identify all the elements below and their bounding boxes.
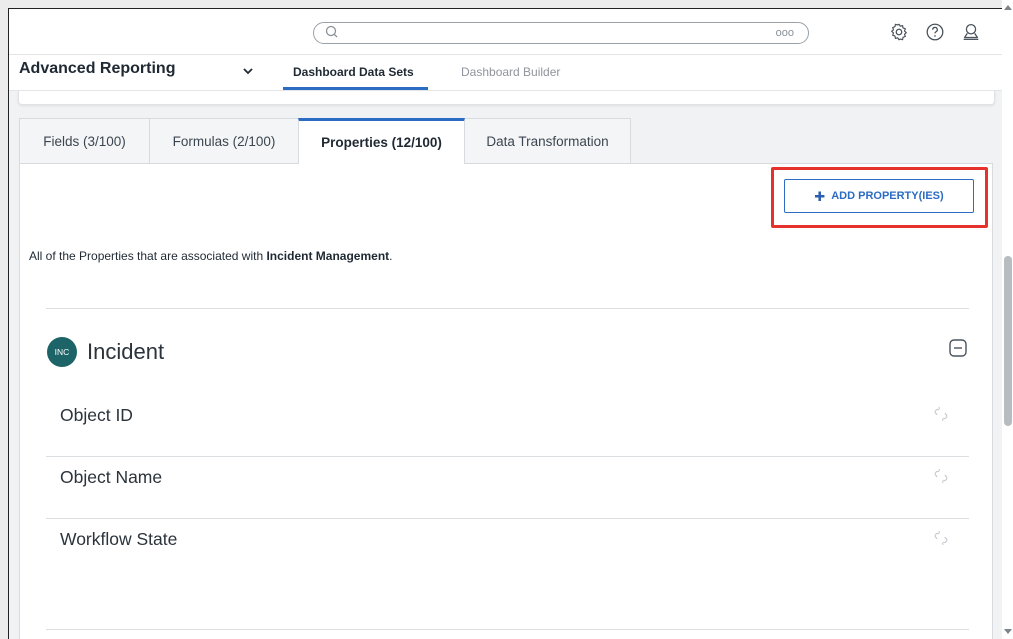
property-label: Object Name <box>60 467 163 487</box>
panel-description: All of the Properties that are associate… <box>29 249 393 263</box>
data-set-tabs: Fields (3/100) Formulas (2/100) Properti… <box>19 118 631 164</box>
app-nav: Advanced Reporting Dashboard Data Sets D… <box>9 55 1004 91</box>
object-badge: INC <box>47 337 77 367</box>
previous-card <box>18 91 995 105</box>
search-options-icon[interactable]: ooo <box>776 27 794 39</box>
tab-fields[interactable]: Fields (3/100) <box>19 118 150 163</box>
top-bar: ooo <box>9 9 1004 55</box>
property-row[interactable]: Object Name <box>46 448 969 510</box>
add-properties-label: ADD PROPERTY(IES) <box>831 190 944 202</box>
property-row[interactable]: Workflow State <box>46 510 969 572</box>
app-title[interactable]: Advanced Reporting <box>19 60 175 78</box>
tab-dashboard-data-sets[interactable]: Dashboard Data Sets <box>293 65 414 79</box>
description-object-name: Incident Management <box>266 249 390 263</box>
settings-icon[interactable] <box>888 21 910 43</box>
property-row[interactable]: Object ID <box>46 386 969 448</box>
chevron-down-icon[interactable] <box>242 65 254 77</box>
help-icon[interactable] <box>924 21 946 43</box>
active-tab-indicator <box>283 87 428 90</box>
divider <box>46 308 969 309</box>
tab-dashboard-builder[interactable]: Dashboard Builder <box>461 65 560 79</box>
divider <box>46 629 969 630</box>
search-input[interactable]: ooo <box>313 22 809 44</box>
tab-formulas[interactable]: Formulas (2/100) <box>149 118 299 163</box>
scrollbar-thumb[interactable] <box>1004 256 1012 426</box>
description-text: All of the Properties that are associate… <box>29 249 267 263</box>
unlink-icon[interactable] <box>933 468 949 484</box>
unlink-icon[interactable] <box>933 406 949 422</box>
property-label: Workflow State <box>60 529 178 549</box>
property-label: Object ID <box>60 405 133 425</box>
app-window: ooo Advanced Reporting Dashboard Data Se… <box>8 8 1005 639</box>
tab-data-transformation[interactable]: Data Transformation <box>464 118 631 163</box>
scroll-up-icon[interactable] <box>1004 4 1012 10</box>
unlink-icon[interactable] <box>933 530 949 546</box>
user-icon[interactable] <box>960 21 982 43</box>
collapse-icon[interactable] <box>948 338 968 358</box>
description-suffix: . <box>389 249 393 263</box>
plus-icon: ✚ <box>814 188 826 204</box>
scroll-down-icon[interactable] <box>1004 629 1012 635</box>
tab-properties[interactable]: Properties (12/100) <box>298 118 465 164</box>
add-properties-button[interactable]: ✚ ADD PROPERTY(IES) <box>784 179 974 213</box>
search-icon <box>325 25 338 38</box>
object-title: Incident <box>87 339 165 364</box>
